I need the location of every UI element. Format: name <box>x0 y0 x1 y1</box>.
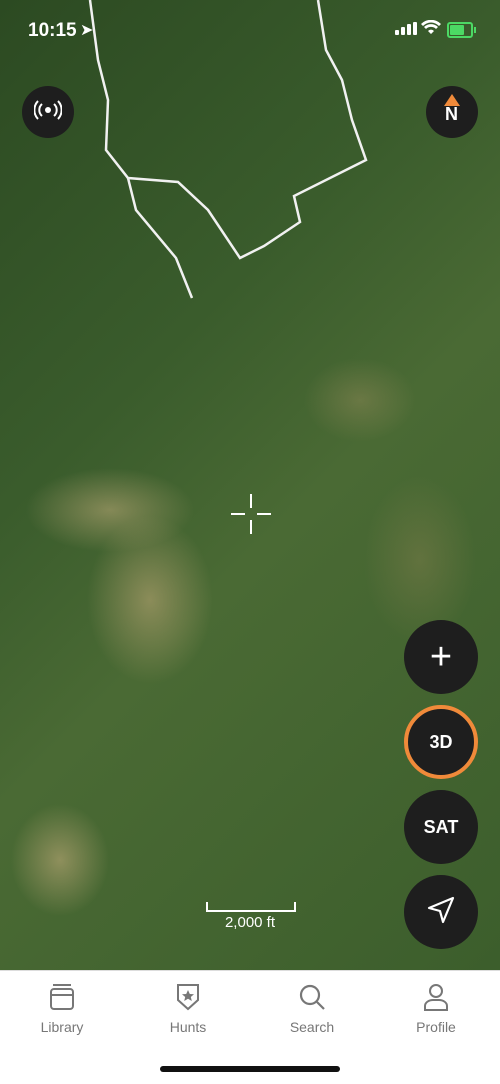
compass-label: N <box>445 104 458 124</box>
profile-icon <box>421 981 451 1013</box>
broadcast-icon <box>33 99 63 125</box>
navigate-button[interactable] <box>404 875 478 949</box>
3d-label: 3D <box>429 731 453 752</box>
crosshair-icon <box>231 494 271 534</box>
tab-search[interactable]: Search <box>262 981 362 1035</box>
cellular-signal-icon <box>395 22 417 35</box>
home-indicator[interactable] <box>160 1066 340 1072</box>
battery-level-fill <box>450 25 465 35</box>
status-bar: 10:15 ➤ <box>0 0 500 62</box>
wifi-icon <box>421 19 441 41</box>
live-location-button[interactable] <box>22 86 74 138</box>
tab-label-search: Search <box>289 1019 335 1035</box>
scale-bar <box>206 902 296 912</box>
battery-charging-icon <box>447 22 476 38</box>
tab-label-hunts: Hunts <box>169 1019 207 1035</box>
add-button[interactable]: + <box>404 620 478 694</box>
map-scale: 2,000 ft <box>206 902 296 932</box>
3d-toggle-button[interactable]: 3D <box>404 705 478 779</box>
tab-label-library: Library <box>40 1019 84 1035</box>
tab-library[interactable]: Library <box>12 981 112 1035</box>
search-icon <box>297 981 327 1013</box>
status-time: 10:15 <box>28 20 77 41</box>
scale-label: 2,000 ft <box>224 914 276 931</box>
tab-hunts[interactable]: Hunts <box>138 981 238 1035</box>
hunts-badge-icon <box>173 981 203 1013</box>
compass-button[interactable]: N <box>426 86 478 138</box>
tab-label-profile: Profile <box>416 1019 456 1035</box>
location-arrow-icon: ➤ <box>80 22 94 39</box>
plus-icon: + <box>429 635 453 678</box>
satellite-layer-button[interactable]: SAT <box>404 790 478 864</box>
tab-profile[interactable]: Profile <box>386 981 486 1035</box>
navigation-arrow-icon <box>425 894 457 931</box>
sat-label: SAT <box>423 816 459 837</box>
library-icon <box>47 981 77 1013</box>
